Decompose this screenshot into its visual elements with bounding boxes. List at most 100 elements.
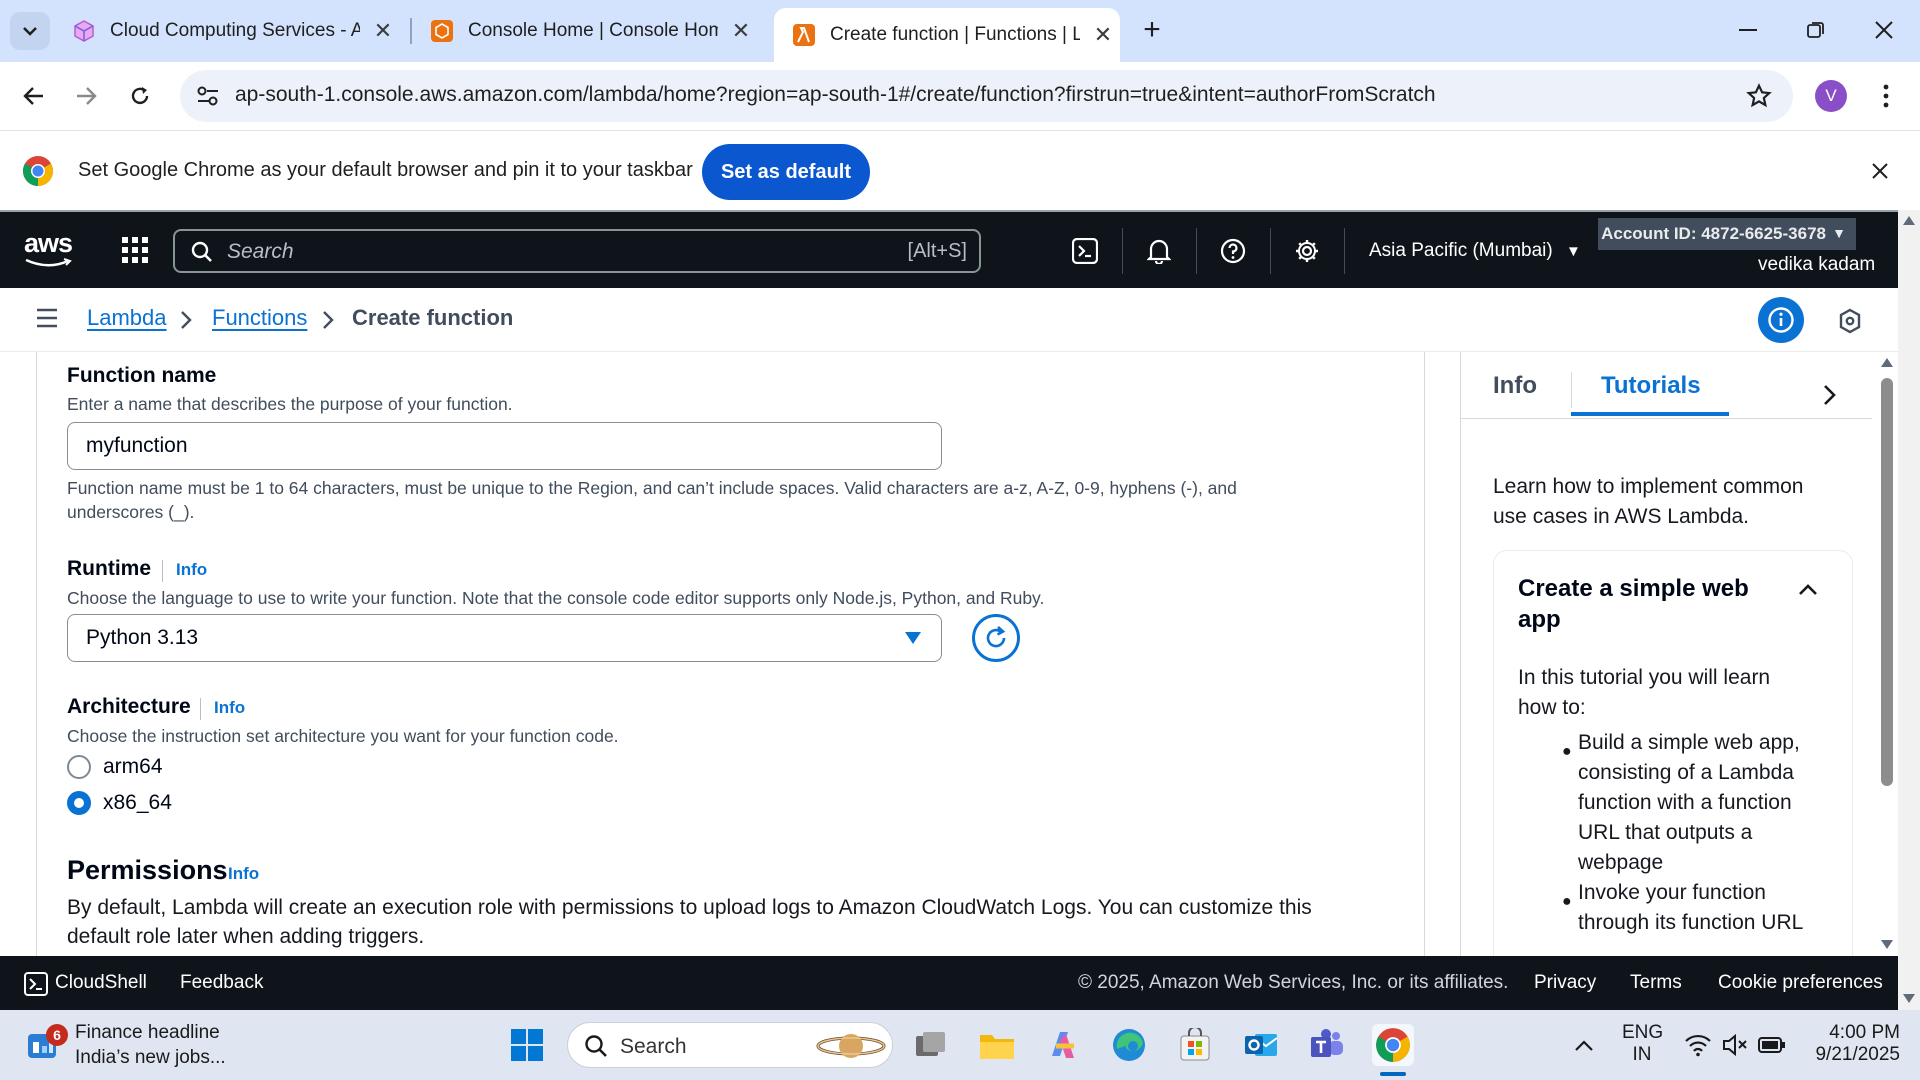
browser-tab-console-home[interactable]: Console Home | Console Home ✕	[412, 10, 756, 52]
notifications-button[interactable]	[1142, 234, 1176, 268]
aws-search-input[interactable]: Search [Alt+S]	[173, 229, 981, 273]
profile-avatar[interactable]: V	[1815, 80, 1847, 112]
cloudshell-icon[interactable]	[24, 972, 48, 996]
new-tab-button[interactable]: +	[1134, 12, 1170, 48]
forward-button[interactable]	[62, 72, 110, 120]
runtime-description: Choose the language to use to write your…	[67, 588, 1045, 608]
task-view-button[interactable]	[910, 1024, 952, 1066]
chevron-right-icon[interactable]	[1823, 384, 1837, 406]
privacy-link[interactable]: Privacy	[1534, 972, 1596, 994]
star-icon[interactable]	[1746, 83, 1772, 109]
site-settings-icon[interactable]	[196, 85, 220, 107]
chevron-up-icon[interactable]	[1798, 583, 1818, 596]
label-divider	[200, 698, 201, 720]
side-nav-toggle[interactable]	[36, 308, 58, 328]
set-as-default-button[interactable]: Set as default	[702, 144, 870, 200]
radio-label-arm64[interactable]: arm64	[103, 755, 163, 779]
aws-logo[interactable]: aws	[24, 228, 76, 268]
tab-tutorials[interactable]: Tutorials	[1601, 372, 1701, 400]
tab-search-button[interactable]	[10, 12, 50, 50]
notifications-panel-button[interactable]	[1838, 308, 1862, 334]
scroll-down-arrow-icon[interactable]	[1881, 940, 1893, 949]
microsoft-store-button[interactable]	[1174, 1024, 1216, 1066]
tab-info[interactable]: Info	[1493, 372, 1537, 400]
page-scrollbar[interactable]	[1898, 210, 1920, 1010]
close-tab-icon[interactable]: ✕	[1088, 20, 1118, 50]
clock[interactable]: 4:00 PM 9/21/2025	[1800, 1022, 1900, 1066]
services-menu-button[interactable]	[122, 237, 148, 263]
aws-cube-icon	[74, 20, 94, 42]
browser-tab-aws-home[interactable]: Cloud Computing Services - Am ✕	[54, 10, 398, 52]
account-menu[interactable]: Account ID: 4872-6625-3678 ▼	[1598, 218, 1856, 250]
news-widget[interactable]: 6	[26, 1024, 68, 1062]
scroll-up-arrow-icon[interactable]	[1903, 216, 1915, 225]
terms-link[interactable]: Terms	[1630, 972, 1682, 994]
username[interactable]: vedika kadam	[1758, 254, 1875, 276]
minimize-button[interactable]	[1720, 8, 1776, 52]
header-divider	[1270, 228, 1271, 274]
architecture-info-link[interactable]: Info	[214, 698, 245, 718]
side-panel-scrollbar[interactable]	[1876, 352, 1898, 956]
chrome-taskbar-button[interactable]	[1372, 1024, 1414, 1066]
feedback-link[interactable]: Feedback	[180, 972, 263, 994]
function-name-constraint: Function name must be 1 to 64 characters…	[67, 478, 1237, 498]
tutorial-lead: In this tutorial you will learn how to:	[1518, 663, 1770, 723]
battery-icon[interactable]	[1758, 1036, 1786, 1054]
hamburger-menu-icon	[37, 308, 57, 328]
architecture-description: Choose the instruction set architecture …	[67, 726, 619, 746]
browser-tab-create-function[interactable]: Create function | Functions | Lar ✕	[774, 8, 1120, 62]
taskbar-search[interactable]: Search	[567, 1022, 893, 1068]
permissions-info-link[interactable]: Info	[228, 864, 259, 884]
region-label: Asia Pacific (Mumbai)	[1369, 240, 1553, 261]
news-subtitle[interactable]: India’s new jobs...	[75, 1047, 226, 1069]
tutorial-title[interactable]: Create a simple web app	[1518, 573, 1749, 635]
radio-arm64[interactable]	[67, 755, 91, 779]
copyright-text: © 2025, Amazon Web Services, Inc. or its…	[1078, 972, 1509, 993]
close-tab-icon[interactable]: ✕	[726, 16, 756, 46]
breadcrumb-lambda[interactable]: Lambda	[87, 305, 167, 331]
info-panel-button[interactable]	[1758, 297, 1804, 343]
scroll-down-arrow-icon[interactable]	[1903, 994, 1915, 1003]
breadcrumb-functions[interactable]: Functions	[212, 305, 307, 331]
cloudshell-link[interactable]: CloudShell	[55, 972, 147, 994]
caret-down-icon: ▼	[1566, 243, 1581, 260]
file-explorer-button[interactable]	[976, 1024, 1018, 1066]
restore-button[interactable]	[1788, 8, 1844, 52]
outlook-button[interactable]	[1240, 1024, 1282, 1066]
language-indicator[interactable]: ENG IN	[1622, 1022, 1663, 1066]
permissions-description-cont: default role later when adding triggers.	[67, 925, 425, 948]
runtime-select[interactable]: Python 3.13	[67, 614, 942, 662]
browser-menu-button[interactable]	[1876, 82, 1896, 110]
address-bar[interactable]: ap-south-1.console.aws.amazon.com/lambda…	[180, 70, 1793, 122]
news-title[interactable]: Finance headline	[75, 1022, 220, 1044]
aws-console-icon	[431, 20, 453, 42]
reload-icon	[131, 87, 149, 105]
cloudshell-button[interactable]	[1068, 234, 1102, 268]
reload-button[interactable]	[116, 72, 164, 120]
radio-x86-64[interactable]	[67, 791, 91, 815]
lambda-icon	[793, 24, 815, 46]
wifi-icon[interactable]	[1684, 1033, 1712, 1057]
region-selector[interactable]: Asia Pacific (Mumbai) ▼	[1369, 240, 1581, 262]
settings-button[interactable]	[1290, 234, 1324, 268]
copilot-button[interactable]	[1042, 1024, 1084, 1066]
search-shortcut: [Alt+S]	[907, 240, 967, 262]
runtime-info-link[interactable]: Info	[176, 560, 207, 580]
radio-label-x86-64[interactable]: x86_64	[103, 791, 172, 815]
teams-button[interactable]	[1306, 1024, 1348, 1066]
start-button[interactable]	[506, 1024, 548, 1066]
close-window-button[interactable]	[1856, 8, 1912, 52]
chevron-up-icon[interactable]	[1574, 1038, 1594, 1052]
edge-button[interactable]	[1108, 1024, 1150, 1066]
bullet-dot: ●	[1562, 893, 1572, 910]
function-name-input[interactable]: myfunction	[67, 422, 942, 470]
refresh-runtime-button[interactable]	[972, 614, 1020, 662]
close-tab-icon[interactable]: ✕	[368, 16, 398, 46]
help-button[interactable]	[1216, 234, 1250, 268]
volume-muted-icon[interactable]	[1722, 1034, 1748, 1056]
close-icon[interactable]	[1872, 163, 1888, 179]
scrollbar-thumb[interactable]	[1881, 378, 1893, 786]
scroll-up-arrow-icon[interactable]	[1881, 358, 1893, 367]
cookie-preferences-link[interactable]: Cookie preferences	[1718, 972, 1883, 994]
back-button[interactable]	[10, 72, 58, 120]
